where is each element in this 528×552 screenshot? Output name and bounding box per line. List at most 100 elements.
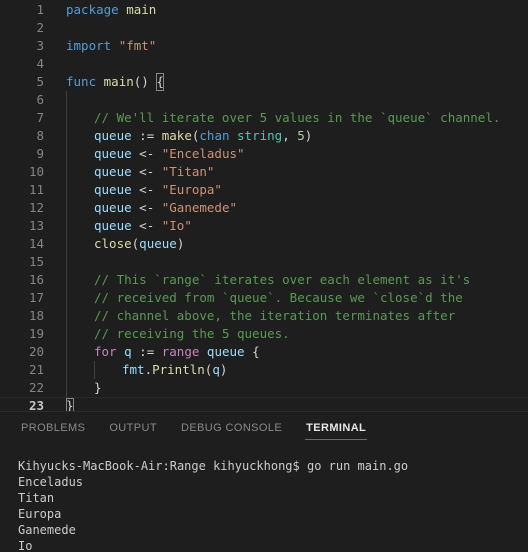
code-token: main	[103, 74, 134, 89]
code-text: }	[94, 379, 102, 397]
code-text: // channel above, the iteration terminat…	[94, 307, 455, 325]
code-token: q	[212, 362, 220, 377]
code-token: :=	[131, 344, 162, 359]
line-number: 12	[28, 200, 44, 215]
code-token: queue	[139, 236, 177, 251]
code-line[interactable]: 23}	[0, 397, 528, 412]
indent-guide	[66, 181, 67, 199]
indent-guide	[66, 253, 67, 271]
code-text: package main	[66, 1, 156, 19]
line-number: 18	[28, 308, 44, 323]
code-token: <-	[131, 164, 162, 179]
code-line[interactable]: 14 close(queue)	[0, 235, 528, 253]
vscode-window: 1 package main 2 3 import "fmt" 4 5 func main()…	[0, 0, 528, 552]
code-line[interactable]: 20 for q := range queue {	[0, 343, 528, 361]
indent-guide	[66, 307, 67, 325]
code-token: )	[176, 236, 185, 251]
line-number: 17	[28, 290, 44, 305]
code-token: <-	[131, 146, 162, 161]
code-token: {	[244, 344, 260, 359]
code-line[interactable]: 3 import "fmt"	[0, 37, 528, 55]
code-line[interactable]: 18 // channel above, the iteration termin…	[0, 307, 528, 325]
code-token: queue	[94, 182, 132, 197]
indent-guide	[66, 145, 67, 163]
indent-guide	[66, 91, 67, 109]
code-token: make	[161, 128, 192, 143]
code-line[interactable]: 4	[0, 55, 528, 73]
line-number: 2	[36, 20, 44, 35]
panel-tab-debug-console[interactable]: DEBUG CONSOLE	[180, 417, 283, 440]
bracket-match: }	[66, 398, 74, 412]
code-line[interactable]: 2	[0, 19, 528, 37]
terminal-output[interactable]: Kihyucks-MacBook-Air:Range kihyuckhong$ …	[0, 444, 528, 552]
panel-tab-bar[interactable]: PROBLEMS OUTPUT DEBUG CONSOLE TERMINAL	[0, 412, 528, 444]
code-line[interactable]: 17 // received from `queue`. Because we `…	[0, 289, 528, 307]
code-token: <-	[131, 200, 162, 215]
indent-guide	[66, 289, 67, 307]
code-token: Println	[152, 362, 205, 377]
code-token: // received from `queue`. Because we `cl…	[94, 290, 463, 305]
code-editor[interactable]: 1 package main 2 3 import "fmt" 4 5 func main()…	[0, 0, 528, 412]
line-number: 15	[28, 254, 44, 269]
code-token: queue	[94, 218, 132, 233]
code-token: string	[237, 128, 283, 143]
code-text: // We'll iterate over 5 values in the `q…	[94, 109, 500, 127]
indent-guide	[66, 199, 67, 217]
code-line[interactable]: 12 queue <- "Ganemede"	[0, 199, 528, 217]
line-number: 4	[36, 56, 44, 71]
line-number: 19	[28, 326, 44, 341]
code-token: queue	[94, 164, 132, 179]
code-text: queue <- "Europa"	[94, 181, 222, 199]
code-token: package	[66, 2, 119, 17]
line-number: 22	[28, 380, 44, 395]
code-line[interactable]: 8 queue := make(chan string, 5)	[0, 127, 528, 145]
code-token: // This `range` iterates over each eleme…	[94, 272, 471, 287]
code-token: "Io"	[161, 218, 192, 233]
code-token: "Enceladus"	[161, 146, 245, 161]
line-number: 11	[28, 182, 44, 197]
code-token: ,	[282, 128, 298, 143]
code-line[interactable]: 10 queue <- "Titan"	[0, 163, 528, 181]
code-line[interactable]: 22}	[0, 379, 528, 397]
indent-guide	[66, 379, 67, 397]
code-token: ()	[133, 74, 157, 89]
code-line[interactable]: 5 func main() {	[0, 73, 528, 91]
code-token: )	[304, 128, 313, 143]
code-token: func	[66, 74, 97, 89]
line-number: 9	[36, 146, 44, 161]
code-line[interactable]: 7 // We'll iterate over 5 values in the `…	[0, 109, 528, 127]
line-number: 10	[28, 164, 44, 179]
panel-tab-output[interactable]: OUTPUT	[108, 417, 158, 440]
code-token: // We'll iterate over 5 values in the `q…	[94, 110, 501, 125]
code-line[interactable]: 9 queue <- "Enceladus"	[0, 145, 528, 163]
code-lines-container[interactable]: 1 package main 2 3 import "fmt" 4 5 func main()…	[0, 0, 528, 412]
indent-guide	[66, 235, 67, 253]
code-line[interactable]: 13 queue <- "Io"	[0, 217, 528, 235]
code-text: queue <- "Io"	[94, 217, 192, 235]
indent-guide	[66, 343, 67, 361]
line-number: 21	[28, 362, 44, 377]
code-text: fmt.Println(q)	[122, 361, 227, 379]
code-line[interactable]: 21 fmt.Println(q)	[0, 361, 528, 379]
panel-tab-terminal[interactable]: TERMINAL	[305, 417, 368, 440]
code-token: 5	[297, 128, 305, 143]
code-text: queue <- "Titan"	[94, 163, 214, 181]
code-token: import	[66, 38, 112, 53]
code-line[interactable]: 16 // This `range` iterates over each ele…	[0, 271, 528, 289]
code-token: close	[94, 236, 132, 251]
code-text: queue <- "Enceladus"	[94, 145, 245, 163]
code-line[interactable]: 6	[0, 91, 528, 109]
code-text: close(queue)	[94, 235, 184, 253]
panel-tab-problems[interactable]: PROBLEMS	[20, 417, 86, 440]
code-token: q	[124, 344, 132, 359]
code-line[interactable]: 19 // receiving the 5 queues.	[0, 325, 528, 343]
code-line[interactable]: 1 package main	[0, 1, 528, 19]
bracket-match: {	[156, 73, 164, 91]
code-text: }	[66, 398, 74, 412]
code-line[interactable]: 15	[0, 253, 528, 271]
code-line[interactable]: 11 queue <- "Europa"	[0, 181, 528, 199]
code-token: queue	[94, 128, 132, 143]
